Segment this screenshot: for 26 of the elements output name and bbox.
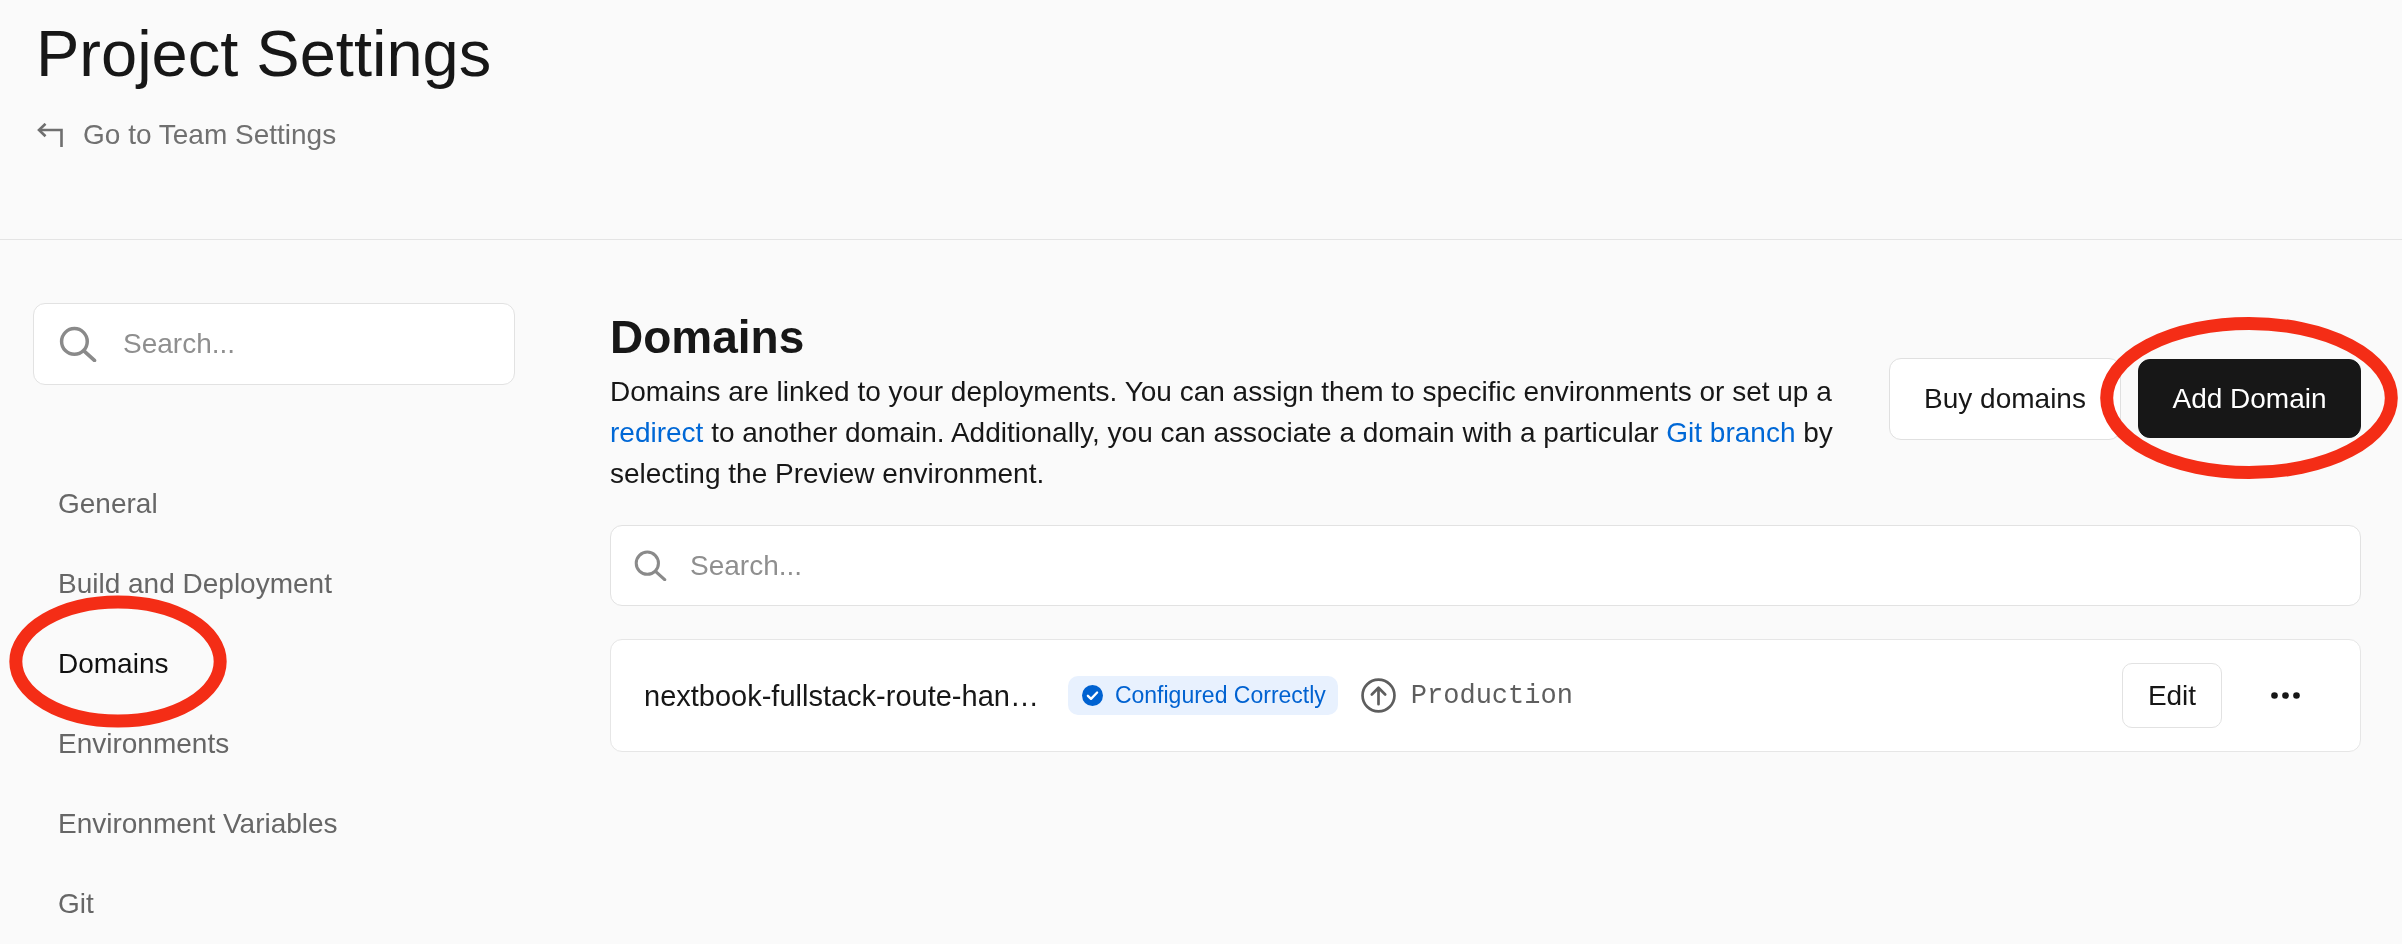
text-link[interactable]: Git branch <box>1666 417 1796 448</box>
page-title: Project Settings <box>36 16 492 92</box>
text-link[interactable]: redirect <box>610 417 704 448</box>
check-circle-icon <box>1081 685 1103 706</box>
back-link[interactable]: Go to Team Settings <box>36 118 337 152</box>
search-icon <box>633 549 667 581</box>
turn-left-arrow-icon <box>36 123 64 147</box>
section-heading: Domains <box>610 311 805 364</box>
environment-label: Production <box>1360 678 1573 713</box>
search-field[interactable]: Search... <box>33 303 515 385</box>
sidebar-item[interactable]: Domains <box>58 646 169 680</box>
buy-button[interactable]: Buy domains <box>1889 358 2121 440</box>
search-field[interactable]: Search... <box>610 525 2361 606</box>
sidebar-item[interactable]: Environments <box>58 726 230 760</box>
sidebar-item[interactable]: General <box>58 486 158 520</box>
domain-name: nextbook-fullstack-route-han… <box>644 678 1039 713</box>
arrow-up-circle-icon <box>1360 678 1396 713</box>
search-icon <box>58 325 97 362</box>
status-badge: Configured Correctly <box>1067 676 1338 715</box>
add-button[interactable]: Add Domain <box>2138 359 2361 438</box>
sidebar-item[interactable]: Build and Deployment <box>58 566 332 600</box>
more-icon[interactable] <box>2271 692 2300 699</box>
sidebar-item[interactable]: Environment Variables <box>58 806 338 840</box>
edit-button[interactable]: Edit <box>2122 663 2222 728</box>
section-description: Domains are linked to your deployments. You can assign them to specific environments or set up a redirect to another domain. Additionally, you can associate a domain with a particular Git branch by selecting the Preview environment. <box>610 375 1834 491</box>
sidebar-item[interactable]: Git <box>58 886 94 920</box>
